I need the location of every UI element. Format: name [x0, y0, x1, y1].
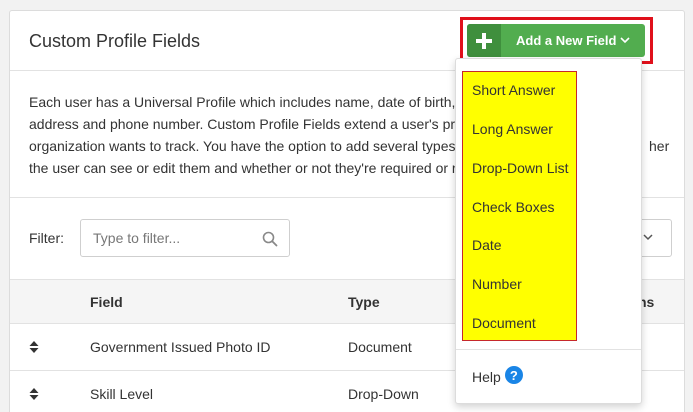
add-new-field-label: Add a New Field: [516, 33, 617, 48]
field-name: Government Issued Photo ID: [90, 339, 271, 355]
field-type: Document: [348, 339, 412, 355]
chevron-down-icon: [643, 234, 653, 241]
menu-item-long-answer[interactable]: Long Answer: [472, 121, 553, 137]
filter-field: [80, 219, 290, 257]
filter-input[interactable]: [81, 220, 251, 256]
help-icon[interactable]: ?: [504, 366, 523, 384]
menu-item-short-answer[interactable]: Short Answer: [472, 82, 555, 98]
plus-icon: [467, 24, 501, 57]
search-icon[interactable]: [262, 231, 278, 247]
columns-select[interactable]: [638, 219, 672, 257]
menu-item-drop-down-list[interactable]: Drop-Down List: [472, 160, 568, 176]
add-field-dropdown-menu: Short Answer Long Answer Drop-Down List …: [455, 58, 642, 404]
panel-title: Custom Profile Fields: [29, 31, 201, 51]
add-field-highlight: Add a New Field: [460, 17, 653, 64]
menu-item-date[interactable]: Date: [472, 237, 502, 253]
column-header-type[interactable]: Type: [348, 294, 380, 310]
description-tail: her: [649, 138, 670, 154]
drag-handle-icon[interactable]: [29, 341, 39, 353]
field-name: Skill Level: [90, 386, 154, 402]
column-header-field[interactable]: Field: [90, 294, 123, 310]
filter-label: Filter:: [29, 230, 64, 246]
help-label: Help: [472, 369, 501, 385]
help-link[interactable]: Help ?: [472, 366, 523, 385]
menu-item-document[interactable]: Document: [472, 315, 536, 331]
menu-item-number[interactable]: Number: [472, 276, 522, 292]
drag-handle-icon[interactable]: [29, 388, 39, 400]
chevron-down-icon: [620, 37, 630, 44]
divider: [456, 349, 641, 350]
add-new-field-button[interactable]: Add a New Field: [467, 24, 645, 57]
menu-item-check-boxes[interactable]: Check Boxes: [472, 199, 554, 215]
field-type: Drop-Down: [348, 386, 419, 402]
